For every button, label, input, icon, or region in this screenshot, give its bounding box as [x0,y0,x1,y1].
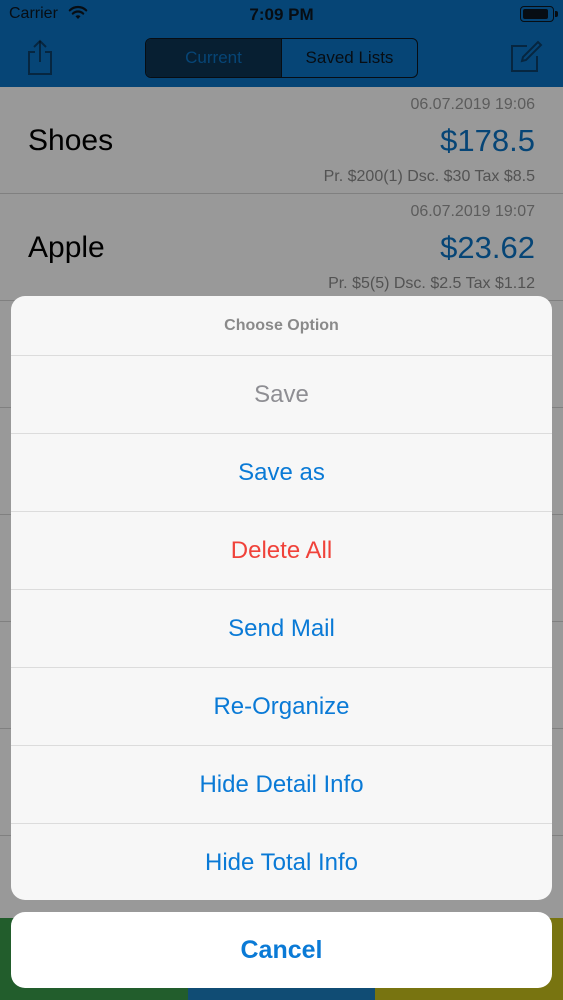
re-organize-option[interactable]: Re-Organize [11,668,552,746]
action-sheet: Choose Option Save Save as Delete All Se… [11,296,552,900]
action-sheet-title: Choose Option [11,296,552,356]
save-option[interactable]: Save [11,356,552,434]
send-mail-option[interactable]: Send Mail [11,590,552,668]
save-as-option[interactable]: Save as [11,434,552,512]
hide-detail-info-option[interactable]: Hide Detail Info [11,746,552,824]
cancel-button[interactable]: Cancel [11,912,552,988]
delete-all-option[interactable]: Delete All [11,512,552,590]
hide-total-info-option[interactable]: Hide Total Info [11,824,552,900]
